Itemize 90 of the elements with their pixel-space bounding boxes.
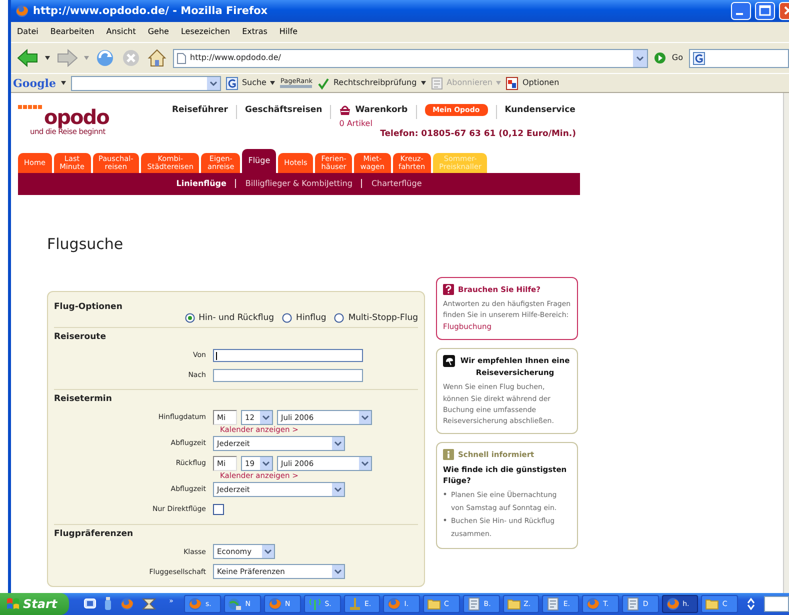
radio-button[interactable] — [282, 313, 292, 324]
basket-icon[interactable] — [339, 105, 352, 116]
caret-icon[interactable] — [45, 56, 50, 60]
text-input[interactable] — [213, 368, 363, 382]
network-icon — [228, 597, 242, 611]
menu-item[interactable]: Hilfe — [279, 27, 298, 37]
radio-label[interactable]: Hin- und Rückflug — [198, 312, 274, 324]
search-engine-icon[interactable] — [226, 76, 238, 90]
subnav-link[interactable]: Charterflüge — [371, 178, 422, 189]
spell-label[interactable]: Rechtschreibprüfung — [333, 78, 417, 88]
google-logo: Google — [13, 76, 56, 90]
hourglass-icon[interactable] — [142, 598, 156, 610]
back-arrow-icon[interactable] — [17, 49, 39, 67]
stand-icon — [348, 597, 362, 611]
menu-item[interactable]: Bearbeiten — [50, 27, 94, 37]
radio-label[interactable]: Hinflug — [296, 312, 326, 324]
feed-icon — [430, 76, 443, 90]
search-input[interactable] — [70, 76, 221, 90]
forward-arrow-icon[interactable] — [56, 49, 78, 67]
scrollbar[interactable] — [783, 93, 789, 593]
logo-dots-icon — [18, 105, 44, 110]
folder-icon — [427, 597, 442, 611]
checkmark-icon[interactable] — [317, 76, 330, 90]
header-link[interactable]: Geschäftsreisen — [245, 105, 322, 116]
page-icon — [177, 52, 186, 64]
go-icon[interactable] — [654, 52, 666, 64]
subnav-link[interactable]: Billigflieger & KombiJetting — [245, 178, 352, 189]
search-engine-icon[interactable] — [693, 52, 705, 64]
caret-icon — [496, 81, 502, 85]
browser-icon — [268, 597, 282, 611]
cart-count: 0 Artikel — [339, 119, 374, 129]
search-field[interactable] — [689, 48, 789, 68]
search-label[interactable]: Suche — [242, 78, 266, 88]
cart-link[interactable]: Warenkorb — [355, 105, 408, 116]
maximize-icon[interactable] — [755, 2, 775, 20]
radio-button[interactable] — [334, 313, 344, 324]
minimize-icon[interactable] — [731, 2, 751, 20]
spin-up-icon[interactable] — [747, 597, 756, 604]
go-button[interactable]: Go — [672, 53, 683, 63]
address-field[interactable]: http://www.opdodo.de/ — [173, 48, 648, 68]
radio-button[interactable] — [184, 313, 195, 324]
browser-icon — [188, 597, 202, 611]
menu-item[interactable]: Datei — [17, 27, 38, 37]
menu-item[interactable]: Ansicht — [106, 27, 136, 37]
close-icon[interactable] — [779, 2, 789, 20]
header-link[interactable]: Kundenservice — [504, 105, 576, 116]
subnav-link[interactable]: Linienflüge — [176, 178, 226, 189]
document-icon — [546, 597, 560, 611]
document-icon — [626, 597, 640, 611]
bottle-icon[interactable] — [104, 597, 112, 611]
folder-icon — [705, 597, 720, 611]
window-title: http://www.opdodo.de/ - Mozilla Firefox — [33, 5, 269, 17]
menu-item[interactable]: Extras — [242, 27, 268, 37]
section-title: Reisetermin — [54, 394, 113, 405]
antenna-icon — [308, 597, 322, 611]
menu-item[interactable]: Lesezeichen — [180, 27, 230, 37]
info-icon — [443, 449, 454, 460]
caret-icon[interactable] — [270, 81, 276, 85]
radio-label[interactable]: Multi-Stopp-Flug — [348, 312, 418, 324]
caret-icon[interactable] — [60, 81, 66, 85]
caret-icon[interactable] — [420, 81, 426, 85]
section-title: Flug-Optionen — [54, 302, 124, 312]
subscribe-label: Abonnieren — [446, 78, 492, 88]
text-input[interactable] — [213, 348, 363, 362]
section-title: Reiseroute — [54, 332, 107, 342]
address-input[interactable] — [764, 596, 789, 612]
menu-item[interactable]: Gehe — [148, 27, 169, 37]
folder-icon — [506, 597, 521, 611]
umbrella-icon — [443, 355, 455, 368]
windows-logo-icon — [6, 597, 20, 611]
browser-icon — [387, 597, 402, 611]
site-logo[interactable]: opodo — [44, 107, 109, 127]
url-text: http://www.opdodo.de/ — [190, 53, 282, 63]
spin-down-icon[interactable] — [747, 604, 756, 611]
header-link[interactable]: Reiseführer — [172, 105, 228, 116]
reload-icon[interactable] — [95, 48, 115, 68]
checkbox[interactable] — [213, 504, 224, 516]
home-icon[interactable] — [147, 48, 167, 68]
desktop-icon[interactable] — [84, 598, 96, 610]
browser-icon — [586, 597, 600, 611]
options-icon[interactable] — [506, 76, 518, 90]
question-icon — [443, 284, 454, 295]
section-title: Flugpräferenzen — [54, 528, 134, 539]
phone-number: Telefon: 01805-67 63 61 (0,12 Euro/Min.) — [379, 128, 576, 139]
browser-icon — [15, 4, 29, 18]
options-label[interactable]: Optionen — [522, 78, 560, 88]
document-icon — [466, 597, 481, 611]
page-heading: Flugsuche — [47, 234, 124, 253]
tab[interactable]: Flüge — [242, 148, 276, 173]
browser-icon — [666, 597, 680, 611]
